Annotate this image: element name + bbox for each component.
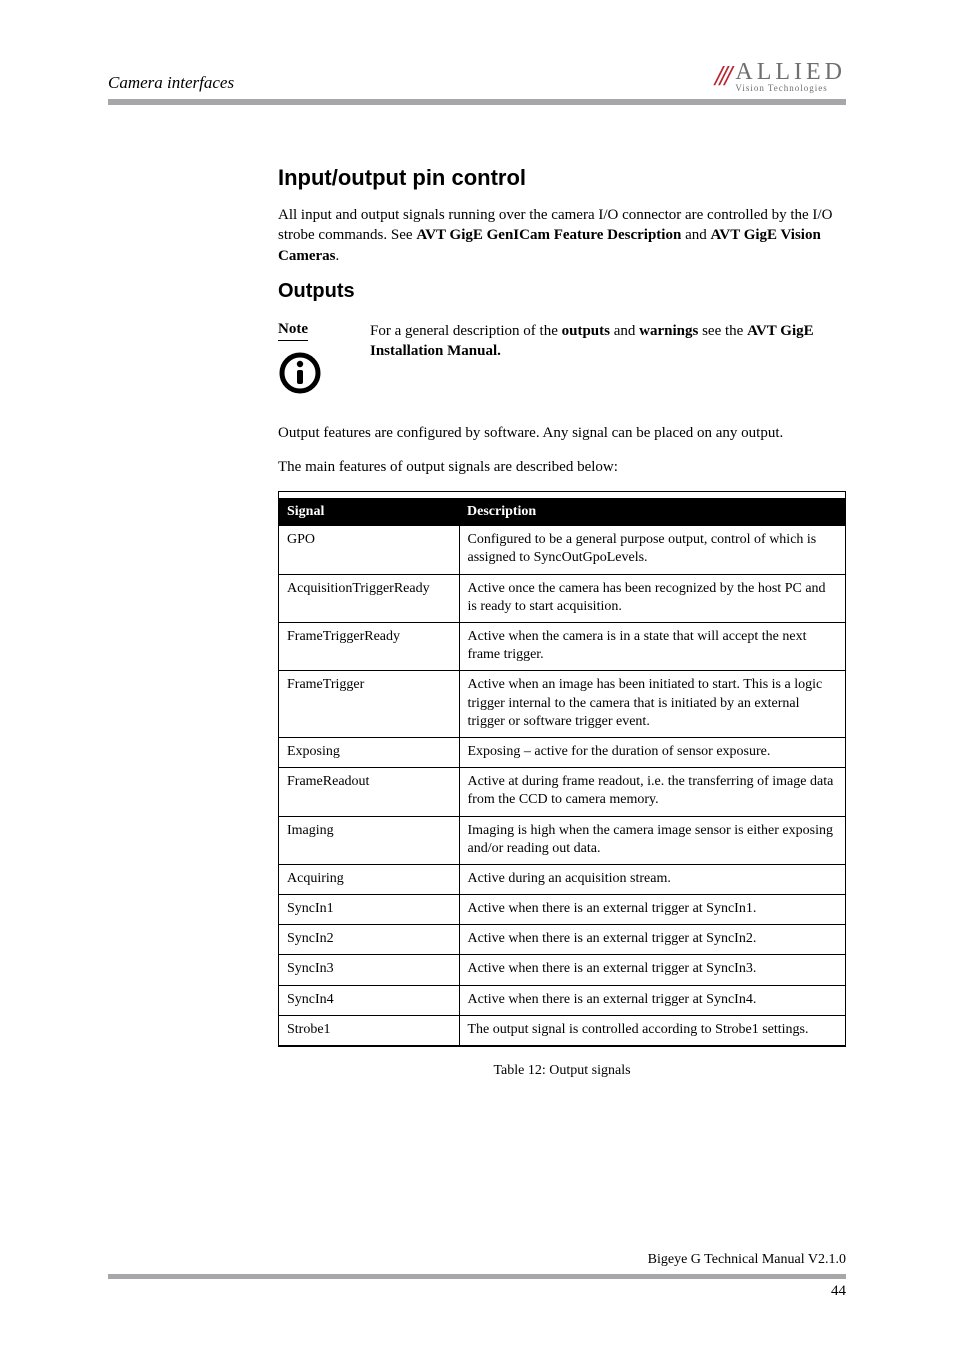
- cell-signal: Acquiring: [279, 864, 459, 894]
- post-note-1: Output features are configured by softwa…: [278, 423, 846, 443]
- footer-doc: Bigeye G Technical Manual V2.1.0: [108, 1252, 846, 1268]
- table-body: GPOConfigured to be a general purpose ou…: [279, 526, 845, 1045]
- table-row: SyncIn4Active when there is an external …: [279, 985, 845, 1015]
- col-description: Description: [459, 498, 845, 526]
- post-note-2: The main features of output signals are …: [278, 457, 846, 477]
- table-row: ExposingExposing – active for the durati…: [279, 737, 845, 767]
- cell-description: Configured to be a general purpose outpu…: [459, 526, 845, 574]
- cell-description: The output signal is controlled accordin…: [459, 1015, 845, 1045]
- info-icon: [278, 351, 322, 395]
- note-label: Note: [278, 321, 308, 341]
- table-row: FrameReadoutActive at during frame reado…: [279, 768, 845, 816]
- header-rule: [108, 99, 846, 105]
- col-signal: Signal: [279, 498, 459, 526]
- cell-signal: Imaging: [279, 816, 459, 864]
- table-row: ImagingImaging is high when the camera i…: [279, 816, 845, 864]
- table-header-row: Signal Description: [279, 498, 845, 526]
- signals-table-wrap: Signal Description GPOConfigured to be a…: [278, 491, 846, 1047]
- cell-signal: FrameTriggerReady: [279, 623, 459, 671]
- footer-rule: [108, 1274, 846, 1279]
- cell-description: Active once the camera has been recogniz…: [459, 574, 845, 622]
- cell-signal: SyncIn4: [279, 985, 459, 1015]
- brand-logo: /// ALLIED Vision Technologies: [715, 60, 846, 93]
- cell-description: Active when there is an external trigger…: [459, 925, 845, 955]
- page-number: 44: [108, 1283, 846, 1300]
- note-block: Note For a general description of the ou…: [278, 321, 846, 395]
- cell-signal: FrameReadout: [279, 768, 459, 816]
- table-caption: Table 12: Output signals: [278, 1063, 846, 1079]
- table-row: SyncIn3Active when there is an external …: [279, 955, 845, 985]
- content-area: Input/output pin control All input and o…: [278, 165, 846, 1079]
- signals-table: Signal Description GPOConfigured to be a…: [279, 498, 845, 1046]
- table-row: AcquisitionTriggerReadyActive once the c…: [279, 574, 845, 622]
- cell-signal: Exposing: [279, 737, 459, 767]
- note-text: For a general description of the outputs…: [370, 321, 846, 362]
- cell-description: Active when there is an external trigger…: [459, 895, 845, 925]
- logo-text: ALLIED Vision Technologies: [735, 60, 846, 93]
- intro-paragraph: All input and output signals running ove…: [278, 205, 846, 266]
- cell-signal: SyncIn2: [279, 925, 459, 955]
- cell-description: Active when the camera is in a state tha…: [459, 623, 845, 671]
- cell-signal: FrameTrigger: [279, 671, 459, 738]
- logo-slashes-icon: ///: [715, 61, 729, 93]
- logo-sub: Vision Technologies: [735, 84, 846, 93]
- table-row: Strobe1The output signal is controlled a…: [279, 1015, 845, 1045]
- table-row: SyncIn2Active when there is an external …: [279, 925, 845, 955]
- table-row: GPOConfigured to be a general purpose ou…: [279, 526, 845, 574]
- table-row: FrameTriggerReadyActive when the camera …: [279, 623, 845, 671]
- cell-description: Exposing – active for the duration of se…: [459, 737, 845, 767]
- cell-signal: Strobe1: [279, 1015, 459, 1045]
- table-row: SyncIn1Active when there is an external …: [279, 895, 845, 925]
- cell-description: Active at during frame readout, i.e. the…: [459, 768, 845, 816]
- table-row: FrameTriggerActive when an image has bee…: [279, 671, 845, 738]
- page-footer: Bigeye G Technical Manual V2.1.0 44: [108, 1252, 846, 1300]
- page-header: Camera interfaces /// ALLIED Vision Tech…: [108, 60, 846, 93]
- heading-2: Outputs: [278, 280, 846, 303]
- heading-1: Input/output pin control: [278, 165, 846, 191]
- section-title: Camera interfaces: [108, 73, 234, 93]
- cell-signal: SyncIn1: [279, 895, 459, 925]
- cell-description: Imaging is high when the camera image se…: [459, 816, 845, 864]
- logo-main: ALLIED: [735, 60, 846, 84]
- cell-signal: SyncIn3: [279, 955, 459, 985]
- cell-signal: GPO: [279, 526, 459, 574]
- cell-signal: AcquisitionTriggerReady: [279, 574, 459, 622]
- page: Camera interfaces /// ALLIED Vision Tech…: [0, 0, 954, 1350]
- table-row: AcquiringActive during an acquisition st…: [279, 864, 845, 894]
- cell-description: Active when there is an external trigger…: [459, 955, 845, 985]
- cell-description: Active when there is an external trigger…: [459, 985, 845, 1015]
- note-left: Note: [278, 321, 322, 395]
- cell-description: Active during an acquisition stream.: [459, 864, 845, 894]
- cell-description: Active when an image has been initiated …: [459, 671, 845, 738]
